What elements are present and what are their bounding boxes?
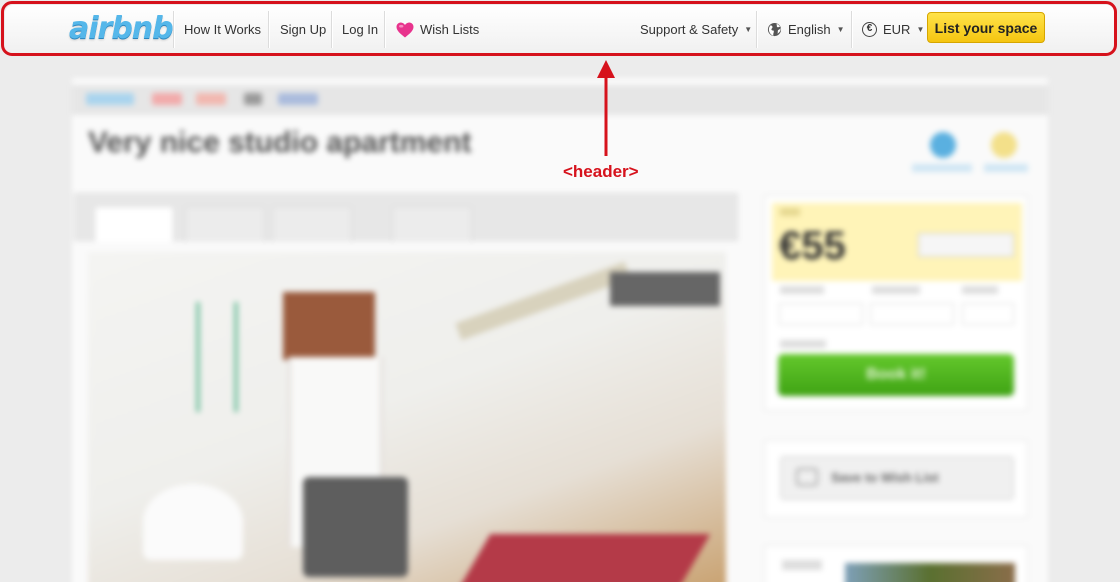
nav-sign-up[interactable]: Sign Up — [270, 5, 336, 54]
heart-icon — [396, 22, 414, 37]
euro-icon: € — [862, 22, 877, 37]
subtotal-label — [780, 340, 826, 348]
listing-title: Very nice studio apartment — [88, 126, 472, 159]
reviews-icon[interactable] — [991, 132, 1017, 158]
nav-how-it-works[interactable]: How It Works — [174, 5, 271, 54]
nav-language-label: English — [788, 22, 831, 37]
book-button[interactable]: Book it! — [778, 354, 1014, 396]
arrow-up-icon — [597, 60, 615, 156]
google-plus-button[interactable] — [196, 93, 226, 105]
nav-wish-lists-label: Wish Lists — [420, 22, 480, 37]
window-blind — [283, 292, 375, 360]
tab-street-view[interactable] — [272, 206, 352, 242]
pin-button[interactable] — [152, 93, 182, 105]
list-your-space-button[interactable]: List your space — [927, 12, 1045, 43]
nav-log-in-label: Log In — [342, 22, 379, 37]
list-your-space-label: List your space — [934, 19, 1038, 36]
tab-photos[interactable] — [94, 206, 174, 242]
host-photo — [845, 563, 1015, 582]
host-label — [782, 560, 822, 570]
chair — [303, 477, 408, 577]
header: airbnb How It Works Sign Up Log In Wish … — [5, 5, 1115, 54]
chevron-down-icon: ▼ — [916, 25, 925, 34]
lamp — [143, 484, 243, 560]
bookmark-label — [912, 164, 972, 172]
nav-currency[interactable]: € EUR ▼ — [852, 5, 934, 54]
nav-language[interactable]: English ▼ — [757, 5, 855, 54]
tab-maps[interactable] — [185, 206, 265, 242]
chevron-down-icon: ▼ — [744, 25, 753, 34]
globe-icon — [767, 22, 782, 37]
nav-support[interactable]: Support & Safety ▼ — [630, 5, 762, 54]
nav-separator — [268, 11, 269, 48]
nav-support-label: Support & Safety — [640, 22, 739, 37]
tab-calendar[interactable] — [392, 206, 472, 242]
check-in-input[interactable] — [779, 303, 863, 325]
listing-photo[interactable] — [88, 252, 726, 582]
guests-label — [962, 286, 998, 294]
tweet-button[interactable] — [86, 93, 134, 105]
annotation-label: <header> — [563, 162, 639, 181]
bookmark-icon[interactable] — [930, 132, 956, 158]
per-night-select[interactable] — [918, 233, 1014, 257]
rug — [455, 534, 711, 582]
reviews-label — [984, 164, 1028, 172]
airbnb-logo[interactable]: airbnb — [69, 11, 174, 46]
ceiling-beam — [455, 261, 631, 341]
nav-currency-label: EUR — [883, 22, 911, 37]
nav-sign-up-label: Sign Up — [280, 22, 327, 37]
nav-log-in[interactable]: Log In — [332, 5, 388, 54]
nav-wish-lists[interactable]: Wish Lists — [386, 5, 489, 54]
facebook-like-button[interactable] — [278, 93, 318, 105]
price-label — [780, 208, 800, 216]
nav-separator — [384, 11, 385, 48]
email-button[interactable] — [244, 93, 262, 105]
ladder-shelf — [196, 302, 238, 412]
slideshow-button[interactable] — [610, 272, 720, 306]
check-out-input[interactable] — [870, 303, 954, 325]
check-out-label — [872, 286, 920, 294]
guests-select[interactable] — [962, 303, 1014, 325]
wish-heart-icon — [796, 468, 818, 486]
nav-how-it-works-label: How It Works — [184, 22, 262, 37]
check-in-label — [780, 286, 824, 294]
price-value: €55 — [779, 224, 846, 268]
chevron-down-icon: ▼ — [836, 25, 845, 34]
